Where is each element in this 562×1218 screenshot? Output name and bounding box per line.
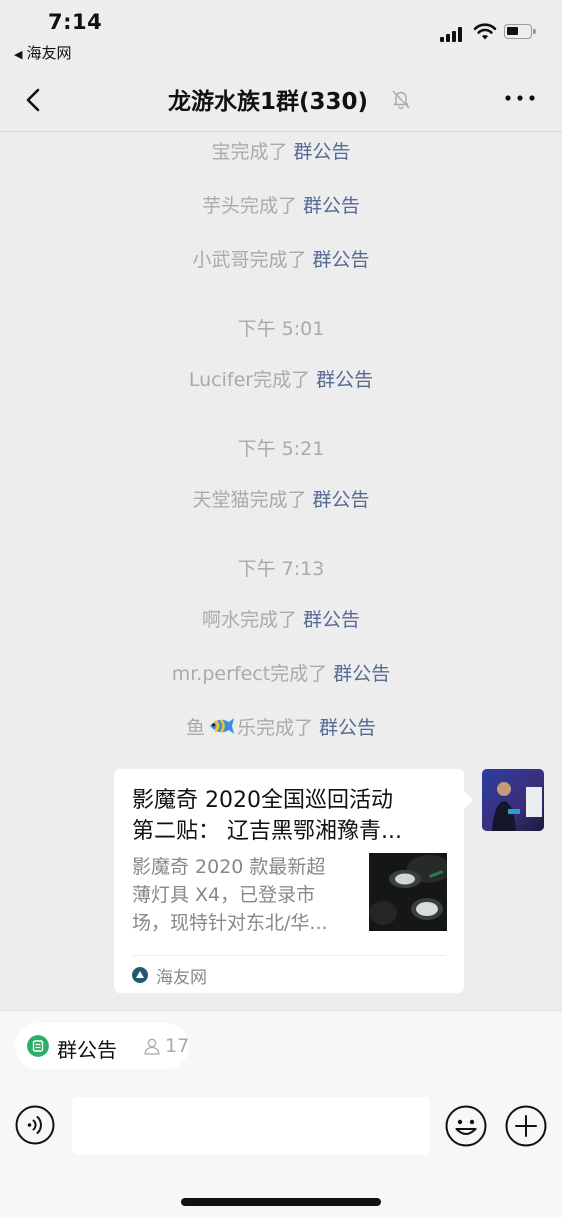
- plus-icon[interactable]: [505, 1105, 547, 1147]
- bottom-panel: 群公告 17: [0, 1010, 562, 1218]
- battery-icon: [504, 24, 536, 39]
- card-description: 影魔奇 2020 款最新超 薄灯具 X4，已登录市 场，现特针对东北/华...: [132, 856, 328, 934]
- status-time: 7:14: [48, 10, 103, 34]
- announcement-chip[interactable]: 群公告 17: [15, 1023, 189, 1069]
- message-input[interactable]: [72, 1097, 430, 1155]
- announcement-read-count: 17: [165, 1035, 190, 1057]
- announcement-chip-label: 群公告: [57, 1038, 117, 1062]
- system-message: 鱼乐完成了 群公告: [185, 717, 377, 739]
- person-icon: [144, 1038, 160, 1055]
- timestamp: 下午 5:21: [237, 438, 325, 460]
- timestamp: 下午 5:01: [237, 318, 325, 340]
- chat-messages[interactable]: 宝完成了 群公告 芋头完成了 群公告 小武哥完成了 群公告 下午 5:01 Lu…: [0, 132, 562, 1010]
- voice-input-icon[interactable]: [15, 1105, 55, 1145]
- announcement-link[interactable]: 群公告: [316, 369, 373, 391]
- back-to-app-link[interactable]: ◀ 海友网: [14, 42, 71, 63]
- card-thumbnail: [369, 853, 447, 931]
- card-source: 海友网: [156, 968, 207, 988]
- card-title: 影魔奇 2020全国巡回活动 第二贴： 辽吉黑鄂湘豫青...: [132, 788, 402, 844]
- timestamp: 下午 7:13: [237, 558, 325, 580]
- bubble-tail: [464, 792, 474, 808]
- announcement-link[interactable]: 群公告: [319, 717, 376, 739]
- more-dots-icon[interactable]: [502, 86, 538, 110]
- announcement-link[interactable]: 群公告: [313, 249, 370, 271]
- announcement-link[interactable]: 群公告: [303, 609, 360, 631]
- emoji-icon[interactable]: [445, 1105, 487, 1147]
- system-message: 天堂猫完成了 群公告: [192, 489, 370, 511]
- announcement-link[interactable]: 群公告: [313, 489, 370, 511]
- card-source-row: 海友网: [132, 955, 446, 994]
- link-card[interactable]: 影魔奇 2020全国巡回活动 第二贴： 辽吉黑鄂湘豫青... 影魔奇 2020 …: [114, 769, 464, 993]
- avatar[interactable]: [482, 769, 544, 831]
- tropical-fish-emoji-icon: [209, 718, 234, 734]
- announcement-link[interactable]: 群公告: [333, 663, 390, 685]
- announcement-link[interactable]: 群公告: [303, 195, 360, 217]
- system-message: 啊水完成了 群公告: [201, 609, 361, 631]
- system-message: 芋头完成了 群公告: [201, 195, 361, 217]
- announcement-link[interactable]: 群公告: [294, 141, 351, 163]
- system-message: 小武哥完成了 群公告: [192, 249, 370, 271]
- cellular-signal-icon: [440, 26, 466, 42]
- wifi-icon: [473, 23, 497, 40]
- announcement-icon: [27, 1035, 49, 1057]
- system-message: 宝完成了 群公告: [211, 141, 351, 163]
- chat-title: 龙游水族1群(330): [167, 89, 369, 115]
- system-message: mr.perfect完成了 群公告: [171, 663, 391, 685]
- chat-header: 龙游水族1群(330): [0, 70, 562, 132]
- back-app-label: 海友网: [26, 44, 72, 62]
- home-indicator: [181, 1198, 381, 1206]
- status-bar: 7:14 ◀ 海友网: [0, 0, 562, 70]
- mute-bell-icon: [392, 90, 410, 110]
- back-triangle-icon: ◀: [14, 48, 23, 61]
- system-message: Lucifer完成了 群公告: [188, 369, 374, 391]
- source-logo-icon: [132, 967, 148, 983]
